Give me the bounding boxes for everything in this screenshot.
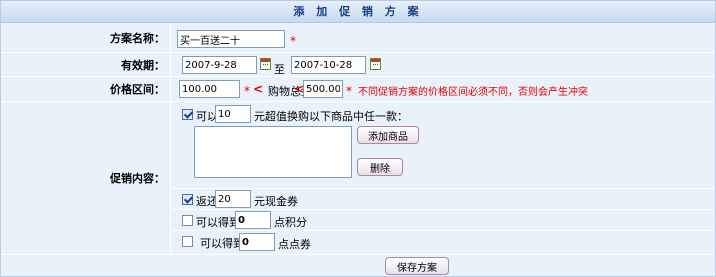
- promotion-content-label: 促销内容：: [1, 102, 171, 254]
- promotion-separator-3: [172, 230, 715, 231]
- scheme-name-required-mark: *: [290, 34, 296, 48]
- price-hint-mark: *: [346, 84, 352, 98]
- price-range-hint: 不同促销方案的价格区间必须不同，否则会产生冲突: [358, 87, 588, 98]
- row-price-range: 价格区间： * < 购物总金额 < * 不同促销方案的价格区间必须不同，否则会产…: [1, 77, 715, 102]
- points-amount-input[interactable]: [235, 211, 271, 229]
- promotion-separator-2: [172, 209, 715, 210]
- exchange-option-checkbox[interactable]: [182, 109, 193, 120]
- start-date-calendar-icon[interactable]: [260, 58, 271, 70]
- less-than-1: <: [253, 82, 264, 96]
- coupon-points-suffix: 点点券: [278, 238, 311, 251]
- add-product-button[interactable]: 添加商品: [357, 126, 419, 144]
- scheme-name-input[interactable]: [177, 30, 285, 48]
- start-date-input[interactable]: [182, 56, 257, 74]
- points-prefix: 可以得到: [196, 216, 240, 229]
- end-date-input[interactable]: [291, 56, 366, 74]
- points-suffix: 点积分: [274, 216, 307, 229]
- save-scheme-button[interactable]: 保存方案: [385, 257, 449, 275]
- promotion-separator-1: [172, 188, 715, 189]
- coupon-points-amount-input[interactable]: [239, 233, 275, 251]
- exchange-option-suffix: 元超值换购以下商品中任一款：: [254, 110, 408, 123]
- coupon-points-checkbox[interactable]: [182, 236, 193, 247]
- scheme-name-label: 方案名称：: [1, 23, 171, 52]
- coupon-points-prefix: 可以得到: [200, 237, 244, 250]
- price-min-input[interactable]: [179, 80, 240, 98]
- validity-label: 有效期：: [1, 53, 171, 76]
- exchange-amount-input[interactable]: [215, 105, 251, 123]
- cash-coupon-amount-input[interactable]: [215, 190, 251, 208]
- points-checkbox[interactable]: [182, 215, 193, 226]
- promotion-form: 添 加 促 销 方 案 方案名称： * 有效期： 至 价格区间： * < 购物总…: [0, 0, 716, 277]
- end-date-calendar-icon[interactable]: [370, 58, 381, 70]
- delete-product-button[interactable]: 删除: [357, 158, 403, 176]
- cash-coupon-suffix: 元现金券: [254, 195, 298, 208]
- price-max-input[interactable]: [303, 80, 343, 98]
- row-scheme-name: 方案名称： *: [1, 23, 715, 53]
- form-title: 添 加 促 销 方 案: [1, 1, 715, 23]
- row-validity: 有效期： 至: [1, 53, 715, 77]
- exchange-products-list[interactable]: [194, 126, 352, 178]
- row-footer: 保存方案: [1, 255, 715, 276]
- date-separator: 至: [274, 63, 285, 76]
- row-promotion-content: 促销内容： 可以 元超值换购以下商品中任一款： 添加商品 删除 返还 元现金券 …: [1, 102, 715, 255]
- price-range-label: 价格区间：: [1, 77, 171, 101]
- price-min-required-mark: *: [244, 84, 250, 98]
- cash-coupon-checkbox[interactable]: [182, 194, 193, 205]
